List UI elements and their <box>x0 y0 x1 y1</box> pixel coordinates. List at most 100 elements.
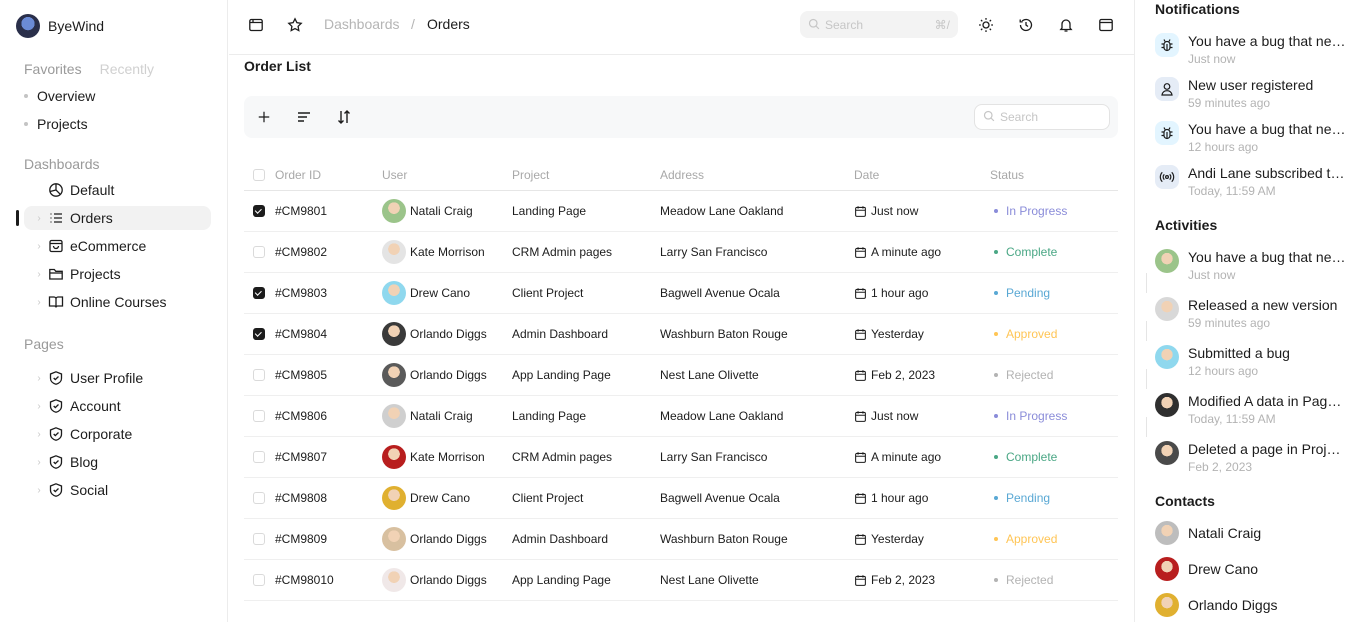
sidebar-item-blog[interactable]: › Blog <box>24 450 211 474</box>
sidebar-item-label: Projects <box>70 266 121 282</box>
row-checkbox[interactable] <box>253 205 265 217</box>
sidebar-item-user-profile[interactable]: › User Profile <box>24 366 211 390</box>
add-icon[interactable] <box>255 108 273 126</box>
calendar-icon <box>854 574 867 587</box>
column-header-date[interactable]: Date <box>854 160 879 190</box>
active-indicator <box>16 210 19 226</box>
breadcrumb-separator: / <box>411 16 415 32</box>
table-row[interactable]: #CM98010 Orlando Diggs App Landing Page … <box>244 560 1118 601</box>
contacts-title: Contacts <box>1155 493 1215 509</box>
table-row[interactable]: #CM9808 Drew Cano Client Project Bagwell… <box>244 478 1118 519</box>
panel-toggle-icon[interactable] <box>1097 16 1115 34</box>
row-checkbox[interactable] <box>253 451 265 463</box>
activity-item[interactable]: You have a bug that needs to be fixed Ju… <box>1155 249 1346 289</box>
table-toolbar: Search <box>244 96 1118 138</box>
tab-favorites[interactable]: Favorites <box>24 61 82 77</box>
row-checkbox[interactable] <box>253 246 265 258</box>
sidebar-item-ecommerce[interactable]: › eCommerce <box>24 234 211 258</box>
sidebar-item-corporate[interactable]: › Corporate <box>24 422 211 446</box>
dashboards-section-title: Dashboards <box>24 156 100 172</box>
notification-item[interactable]: You have a bug that needs to be fixed Ju… <box>1155 33 1346 73</box>
address: Bagwell Avenue Ocala <box>660 286 780 300</box>
global-search-input[interactable]: Search ⌘/ <box>800 11 958 38</box>
chevron-right-icon: › <box>37 400 41 412</box>
contact-item[interactable]: Natali Craig <box>1155 521 1261 545</box>
avatar <box>1155 393 1179 417</box>
notification-time: Just now <box>1188 52 1236 66</box>
order-date: Just now <box>871 409 919 423</box>
column-header-order-id[interactable]: Order ID <box>275 160 321 190</box>
table-row[interactable]: #CM9801 Natali Craig Landing Page Meadow… <box>244 191 1118 232</box>
status-text: Complete <box>1006 245 1058 259</box>
table-row[interactable]: #CM9803 Drew Cano Client Project Bagwell… <box>244 273 1118 314</box>
history-icon[interactable] <box>1017 16 1035 34</box>
notification-item[interactable]: Andi Lane subscribed to you Today, 11:59… <box>1155 165 1346 205</box>
notification-item[interactable]: You have a bug that needs to be fixed 12… <box>1155 121 1346 161</box>
row-checkbox[interactable] <box>253 410 265 422</box>
app-root: ByeWind Favorites Recently Overview Proj… <box>0 0 1357 622</box>
contact-item[interactable]: Orlando Diggs <box>1155 593 1278 617</box>
broadcast-icon <box>1155 165 1179 189</box>
table-row[interactable]: #CM9807 Kate Morrison CRM Admin pages La… <box>244 437 1118 478</box>
search-shortcut: ⌘/ <box>934 17 950 32</box>
favorite-item-projects[interactable]: Projects <box>24 116 88 132</box>
theme-sun-icon[interactable] <box>977 16 995 34</box>
table-search-input[interactable]: Search <box>974 104 1110 130</box>
activity-item[interactable]: Submitted a bug 12 hours ago <box>1155 345 1345 385</box>
status-dot <box>994 373 998 377</box>
project-name: CRM Admin pages <box>512 245 613 259</box>
bullet-dot <box>24 94 28 98</box>
row-checkbox[interactable] <box>253 287 265 299</box>
user-name: Orlando Diggs <box>410 573 487 587</box>
date-cell: 1 hour ago <box>854 478 928 518</box>
order-id: #CM9809 <box>275 532 328 546</box>
table-row[interactable]: #CM9804 Orlando Diggs Admin Dashboard Wa… <box>244 314 1118 355</box>
status-badge: In Progress <box>994 396 1067 436</box>
activity-time: Today, 11:59 AM <box>1188 412 1276 426</box>
sidebar-item-social[interactable]: › Social <box>24 478 211 502</box>
sidebar-item-account[interactable]: › Account <box>24 394 211 418</box>
sidebar-item-projects[interactable]: › Projects <box>24 262 211 286</box>
sidebar-item-orders[interactable]: › Orders <box>24 206 211 230</box>
table-row[interactable]: #CM9805 Orlando Diggs App Landing Page N… <box>244 355 1118 396</box>
sidebar-item-default[interactable]: Default <box>24 178 211 202</box>
activity-item[interactable]: Released a new version 59 minutes ago <box>1155 297 1345 337</box>
sidebar-item-online-courses[interactable]: › Online Courses <box>24 290 211 314</box>
right-panel: Notifications You have a bug that needs … <box>1134 0 1357 622</box>
notification-item[interactable]: New user registered 59 minutes ago <box>1155 77 1345 117</box>
table-row[interactable]: #CM9806 Natali Craig Landing Page Meadow… <box>244 396 1118 437</box>
calendar-icon <box>854 451 867 464</box>
column-header-status[interactable]: Status <box>990 160 1024 190</box>
sidebar-item-label: User Profile <box>70 370 144 386</box>
row-checkbox[interactable] <box>253 328 265 340</box>
shield-icon <box>48 426 64 442</box>
sidebar-toggle-icon[interactable] <box>247 16 265 34</box>
tab-recently[interactable]: Recently <box>100 61 154 77</box>
project-name: CRM Admin pages <box>512 450 613 464</box>
address: Meadow Lane Oakland <box>660 204 784 218</box>
table-row[interactable]: #CM9802 Kate Morrison CRM Admin pages La… <box>244 232 1118 273</box>
status-badge: Pending <box>994 478 1050 518</box>
column-header-project[interactable]: Project <box>512 160 549 190</box>
contact-item[interactable]: Drew Cano <box>1155 557 1258 581</box>
column-header-user[interactable]: User <box>382 160 407 190</box>
favorite-item-overview[interactable]: Overview <box>24 88 95 104</box>
column-header-address[interactable]: Address <box>660 160 704 190</box>
star-icon[interactable] <box>286 16 304 34</box>
breadcrumb-root[interactable]: Dashboards <box>324 16 400 32</box>
row-checkbox[interactable] <box>253 369 265 381</box>
table-row[interactable]: #CM9809 Orlando Diggs Admin Dashboard Wa… <box>244 519 1118 560</box>
activity-item[interactable]: Modified A data in Page X Today, 11:59 A… <box>1155 393 1346 433</box>
chevron-right-icon: › <box>37 268 41 280</box>
row-checkbox[interactable] <box>253 533 265 545</box>
row-checkbox[interactable] <box>253 574 265 586</box>
row-checkbox[interactable] <box>253 492 265 504</box>
activity-item[interactable]: Deleted a page in Project X Feb 2, 2023 <box>1155 441 1346 481</box>
sort-icon[interactable] <box>335 108 353 126</box>
bell-icon[interactable] <box>1057 16 1075 34</box>
status-dot <box>994 496 998 500</box>
select-all-checkbox[interactable] <box>253 169 265 181</box>
brand[interactable]: ByeWind <box>16 14 104 38</box>
filter-lines-icon[interactable] <box>295 108 313 126</box>
avatar <box>1155 593 1179 617</box>
